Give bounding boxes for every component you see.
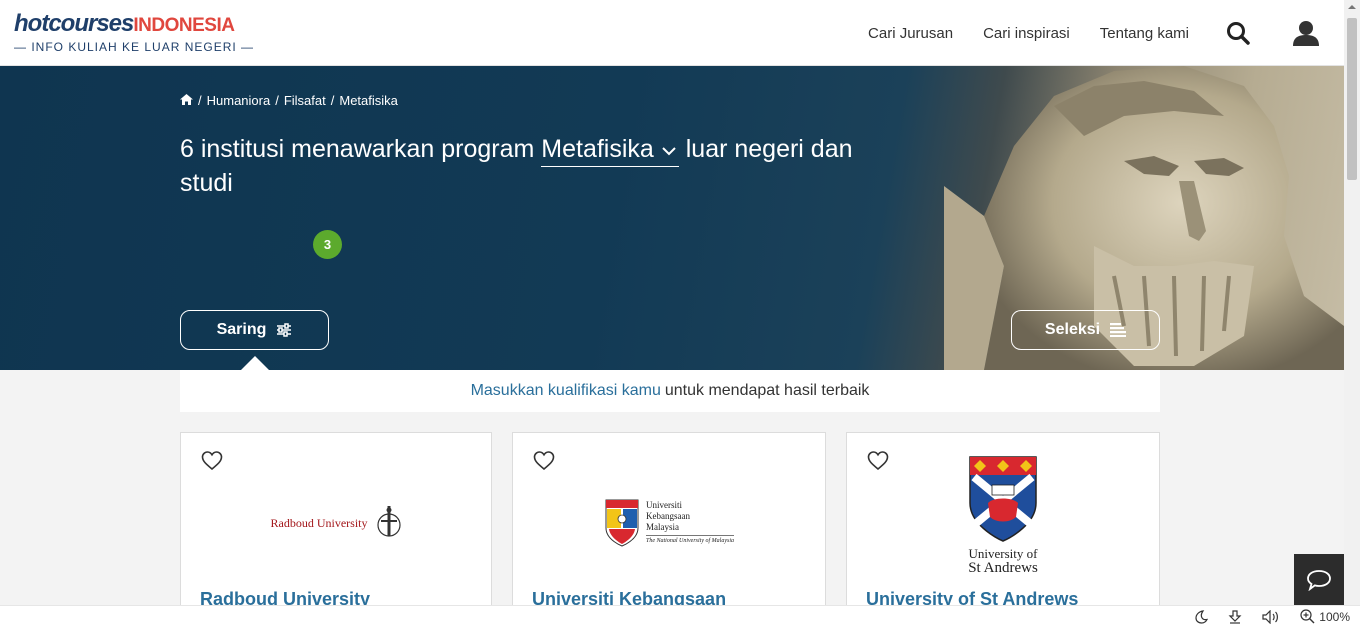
scroll-thumb[interactable] xyxy=(1347,18,1357,180)
logo-main-text: hotcourses xyxy=(14,10,134,37)
radboud-emblem-icon xyxy=(376,506,401,537)
chat-bubble-icon xyxy=(1307,570,1331,591)
radboud-logo: Radboud University xyxy=(181,453,491,593)
st-andrews-logo: University of St Andrews xyxy=(847,455,1159,577)
ukm-logo-line1: Universiti xyxy=(646,499,682,510)
qualification-prompt: Masukkan kualifikasi kamu untuk mendapat… xyxy=(180,370,1160,412)
nav-cari-inspirasi[interactable]: Cari inspirasi xyxy=(983,25,1070,42)
logo-tagline: — INFO KULIAH KE LUAR NEGERI — xyxy=(14,40,255,54)
zoom-level: 100% xyxy=(1319,609,1350,624)
nav-tentang-kami[interactable]: Tentang kami xyxy=(1100,25,1189,42)
breadcrumb-filsafat[interactable]: Filsafat xyxy=(284,93,326,108)
subject-dropdown[interactable]: Metafisika xyxy=(541,133,679,167)
qualification-rest-text: untuk mendapat hasil terbaik xyxy=(664,382,870,399)
main-nav: Cari Jurusan Cari inspirasi Tentang kami xyxy=(868,20,1344,46)
filter-button[interactable]: Saring xyxy=(180,310,329,350)
ukm-crest-icon xyxy=(605,499,639,547)
radboud-logo-text: Radboud University xyxy=(270,515,368,530)
institution-card: Radboud University Radboud University xyxy=(180,432,492,627)
user-account-icon[interactable] xyxy=(1292,20,1320,46)
scroll-up-arrow-icon[interactable] xyxy=(1344,1,1360,13)
search-icon[interactable] xyxy=(1226,21,1250,45)
moon-icon[interactable] xyxy=(1194,609,1209,624)
heading-prefix: 6 institusi menawarkan program xyxy=(180,135,535,163)
st-andrews-shield-icon xyxy=(969,456,1037,542)
page-scrollbar[interactable] xyxy=(1344,0,1360,605)
download-icon[interactable] xyxy=(1228,609,1242,624)
breadcrumb-separator: / xyxy=(275,93,279,108)
hero-banner: / Humaniora / Filsafat / Metafisika 6 in… xyxy=(0,66,1344,370)
browser-status-bar: 100% xyxy=(0,605,1360,627)
subject-value: Metafisika xyxy=(541,135,654,163)
hotcourses-logo[interactable]: hotcoursesINDONESIA — INFO KULIAH KE LUA… xyxy=(14,10,255,55)
chat-button[interactable] xyxy=(1294,554,1344,606)
speaker-icon[interactable] xyxy=(1262,609,1280,624)
filter-count-badge: 3 xyxy=(313,230,342,259)
site-header: hotcoursesINDONESIA — INFO KULIAH KE LUA… xyxy=(0,0,1344,66)
institution-card: Universiti Kebangsaan Malaysia The Natio… xyxy=(512,432,826,627)
filter-label: Saring xyxy=(216,321,267,338)
st-andrews-logo-line1: University of xyxy=(968,546,1038,561)
home-icon[interactable] xyxy=(180,93,193,108)
sliders-icon xyxy=(277,323,292,337)
ukm-logo-line2: Kebangsaan xyxy=(646,510,690,521)
breadcrumb: / Humaniora / Filsafat / Metafisika xyxy=(180,93,398,108)
st-andrews-logo-line2: St Andrews xyxy=(968,560,1038,576)
ukm-logo-line3: Malaysia xyxy=(646,521,679,532)
list-icon xyxy=(1110,323,1127,337)
filter-pointer xyxy=(241,356,269,370)
selection-button[interactable]: Seleksi xyxy=(1011,310,1160,350)
nav-cari-jurusan[interactable]: Cari Jurusan xyxy=(868,25,953,42)
ukm-logo-subtitle: The National University of Malaysia xyxy=(646,534,734,547)
institution-card: University of St Andrews University of S… xyxy=(846,432,1160,627)
ukm-logo: Universiti Kebangsaan Malaysia The Natio… xyxy=(513,453,825,593)
page: { "header": { "logo_main": "hotcourses",… xyxy=(0,0,1360,627)
chevron-down-icon xyxy=(662,147,676,156)
breadcrumb-metafisika[interactable]: Metafisika xyxy=(339,93,398,108)
breadcrumb-separator: / xyxy=(198,93,202,108)
selection-label: Seleksi xyxy=(1044,321,1101,338)
logo-country-text: INDONESIA xyxy=(133,15,235,36)
breadcrumb-separator: / xyxy=(330,93,335,108)
zoom-in-icon[interactable]: 100% xyxy=(1300,609,1350,624)
results-heading: 6 institusi menawarkan program Metafisik… xyxy=(180,133,880,200)
enter-qualification-link[interactable]: Masukkan kualifikasi kamu xyxy=(471,382,661,400)
breadcrumb-humaniora[interactable]: Humaniora xyxy=(207,93,271,108)
